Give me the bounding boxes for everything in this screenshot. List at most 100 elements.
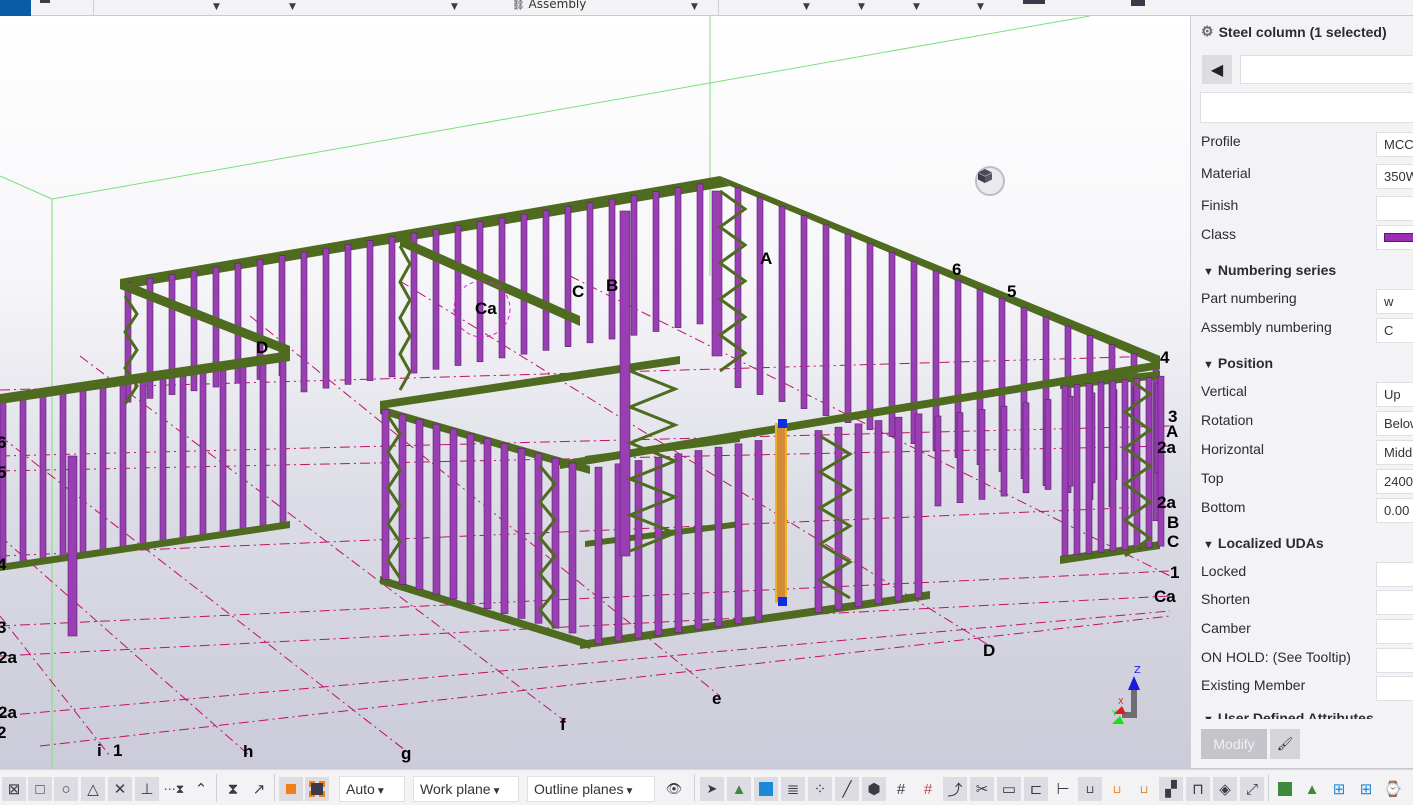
stud-member[interactable] bbox=[432, 423, 441, 595]
select-component-2-button[interactable]: ⊞ bbox=[1354, 777, 1378, 801]
stud-member[interactable] bbox=[259, 362, 267, 528]
stud-member[interactable] bbox=[99, 385, 107, 552]
vertical-field[interactable]: Up bbox=[1376, 382, 1413, 407]
model-canvas[interactable]: Z X Y bbox=[0, 16, 1190, 769]
select-components-snap-button[interactable] bbox=[305, 777, 329, 801]
section-localized-udas[interactable]: ▼ Localized UDAs bbox=[1203, 535, 1324, 551]
stud-member[interactable] bbox=[388, 236, 396, 378]
stud-member[interactable] bbox=[652, 191, 660, 332]
section-numbering-series[interactable]: ▼ Numbering series bbox=[1203, 262, 1336, 278]
dropdown-caret-icon[interactable]: ▼ bbox=[803, 2, 810, 12]
stud-member[interactable] bbox=[449, 428, 458, 600]
stud-member[interactable] bbox=[59, 391, 67, 558]
select-bolts-button[interactable]: ⁘ bbox=[808, 777, 832, 801]
name-input[interactable] bbox=[1240, 55, 1413, 84]
steel-frame-model[interactable] bbox=[0, 176, 1165, 649]
stud-member[interactable] bbox=[1061, 385, 1069, 557]
stud-member[interactable] bbox=[300, 251, 308, 393]
pick-attributes-button[interactable]: 🖌 bbox=[1270, 729, 1300, 759]
stud-member[interactable] bbox=[322, 247, 330, 389]
dropdown-caret-icon[interactable]: ▼ bbox=[913, 2, 920, 12]
view-cube-button[interactable] bbox=[975, 166, 1005, 196]
stud-member[interactable] bbox=[956, 412, 964, 504]
stud-member[interactable] bbox=[199, 371, 207, 537]
stud-member[interactable] bbox=[754, 440, 763, 622]
profile-field[interactable]: MCC bbox=[1376, 132, 1413, 157]
select-welds-button[interactable]: ≣ bbox=[781, 777, 805, 801]
snap-reference-points-button[interactable]: ⊠ bbox=[2, 777, 26, 801]
assembly-dropdown[interactable]: ⛓ Assembly bbox=[512, 0, 586, 11]
section-user-defined-attributes[interactable]: ▼User Defined Attributes bbox=[1203, 710, 1374, 719]
stud-member[interactable] bbox=[1121, 379, 1129, 551]
select-reference-button[interactable]: ⤴ bbox=[943, 777, 967, 801]
top-field[interactable]: 2400 bbox=[1376, 469, 1413, 494]
app-menu-button[interactable] bbox=[0, 0, 31, 16]
stud-member[interactable] bbox=[934, 415, 942, 507]
select-lines-button[interactable]: ╱ bbox=[835, 777, 859, 801]
stud-member[interactable] bbox=[756, 197, 764, 395]
material-field[interactable]: 350W bbox=[1376, 164, 1413, 189]
stud-member[interactable] bbox=[179, 374, 187, 540]
select-assembly-button[interactable]: ⊏ bbox=[1024, 777, 1048, 801]
truss-member[interactable] bbox=[398, 245, 412, 391]
stud-member[interactable] bbox=[432, 228, 440, 370]
stud-member[interactable] bbox=[800, 215, 808, 409]
dropdown-caret-icon[interactable]: ▼ bbox=[451, 2, 458, 12]
snap-intersection-button[interactable]: ✕ bbox=[108, 777, 132, 801]
outline-planes-select[interactable]: Outline planes▼ bbox=[527, 776, 655, 802]
stud-member[interactable] bbox=[398, 414, 407, 585]
part-numbering-field[interactable]: w bbox=[1376, 289, 1413, 314]
ribbon-icon[interactable] bbox=[1023, 0, 1045, 4]
stud-member[interactable] bbox=[366, 240, 374, 381]
stud-member[interactable] bbox=[619, 210, 631, 557]
select-parts-button[interactable]: ▲ bbox=[727, 777, 751, 801]
select-all-button[interactable]: ➤ bbox=[700, 777, 724, 801]
stud-member[interactable] bbox=[654, 456, 663, 636]
horizontal-field[interactable]: Middle bbox=[1376, 440, 1413, 465]
snap-center-button[interactable]: ○ bbox=[54, 777, 78, 801]
visibility-button[interactable]: 👁 bbox=[662, 777, 686, 801]
select-points-triangle-button[interactable]: ▲ bbox=[1300, 777, 1324, 801]
stud-member[interactable] bbox=[79, 388, 87, 555]
stud-member[interactable] bbox=[630, 194, 638, 336]
stud-member[interactable] bbox=[517, 448, 526, 619]
stud-member[interactable] bbox=[381, 409, 390, 580]
stud-member[interactable] bbox=[696, 183, 704, 325]
stud-member[interactable] bbox=[1000, 405, 1008, 497]
stud-member[interactable] bbox=[822, 224, 830, 416]
stud-member[interactable] bbox=[19, 397, 27, 564]
finish-field[interactable] bbox=[1376, 196, 1413, 221]
stud-member[interactable] bbox=[476, 221, 484, 363]
select-history-button[interactable]: ⌚ bbox=[1381, 777, 1405, 801]
stud-member[interactable] bbox=[542, 210, 550, 351]
select-views-button[interactable]: ▭ bbox=[997, 777, 1021, 801]
model-view[interactable]: Z X Y A B C Ca D 6 5 4 3 A 2a 2a B C 1 C… bbox=[0, 16, 1190, 769]
stud-member[interactable] bbox=[586, 202, 594, 344]
bottom-field[interactable]: 0.00 bbox=[1376, 498, 1413, 523]
stud-member[interactable] bbox=[239, 365, 247, 531]
stud-member[interactable] bbox=[711, 190, 723, 357]
depth-select[interactable]: Auto▼ bbox=[339, 776, 405, 802]
stud-member[interactable] bbox=[814, 430, 823, 613]
select-pour-button[interactable]: ▞ bbox=[1159, 777, 1183, 801]
on-hold-field[interactable] bbox=[1376, 648, 1413, 673]
stud-member[interactable] bbox=[39, 394, 47, 561]
select-control-points-button[interactable]: ⤢ bbox=[1240, 777, 1264, 801]
stud-member[interactable] bbox=[714, 446, 723, 628]
select-component-button[interactable]: ⊢ bbox=[1051, 777, 1075, 801]
stud-member[interactable] bbox=[344, 244, 352, 385]
snap-extension-button[interactable]: ⋯⧗ bbox=[162, 777, 186, 801]
stud-member[interactable] bbox=[466, 433, 475, 605]
select-grid-lines-button[interactable]: # bbox=[916, 777, 940, 801]
select-objects-button[interactable]: ⬢ bbox=[862, 777, 886, 801]
stud-member[interactable] bbox=[1073, 384, 1081, 555]
gear-icon[interactable]: ⚙ bbox=[1201, 23, 1214, 40]
select-grids-button[interactable]: # bbox=[889, 777, 913, 801]
dropdown-caret-icon[interactable]: ▼ bbox=[858, 2, 865, 12]
ribbon-icon[interactable] bbox=[1131, 0, 1145, 6]
snap-perpendicular-button[interactable]: ⊥ bbox=[135, 777, 159, 801]
stud-member[interactable] bbox=[778, 206, 786, 402]
snap-free-button[interactable]: ⌃ bbox=[189, 777, 213, 801]
dropdown-caret-icon[interactable]: ▼ bbox=[213, 2, 220, 12]
modify-button[interactable]: Modify bbox=[1201, 729, 1267, 759]
